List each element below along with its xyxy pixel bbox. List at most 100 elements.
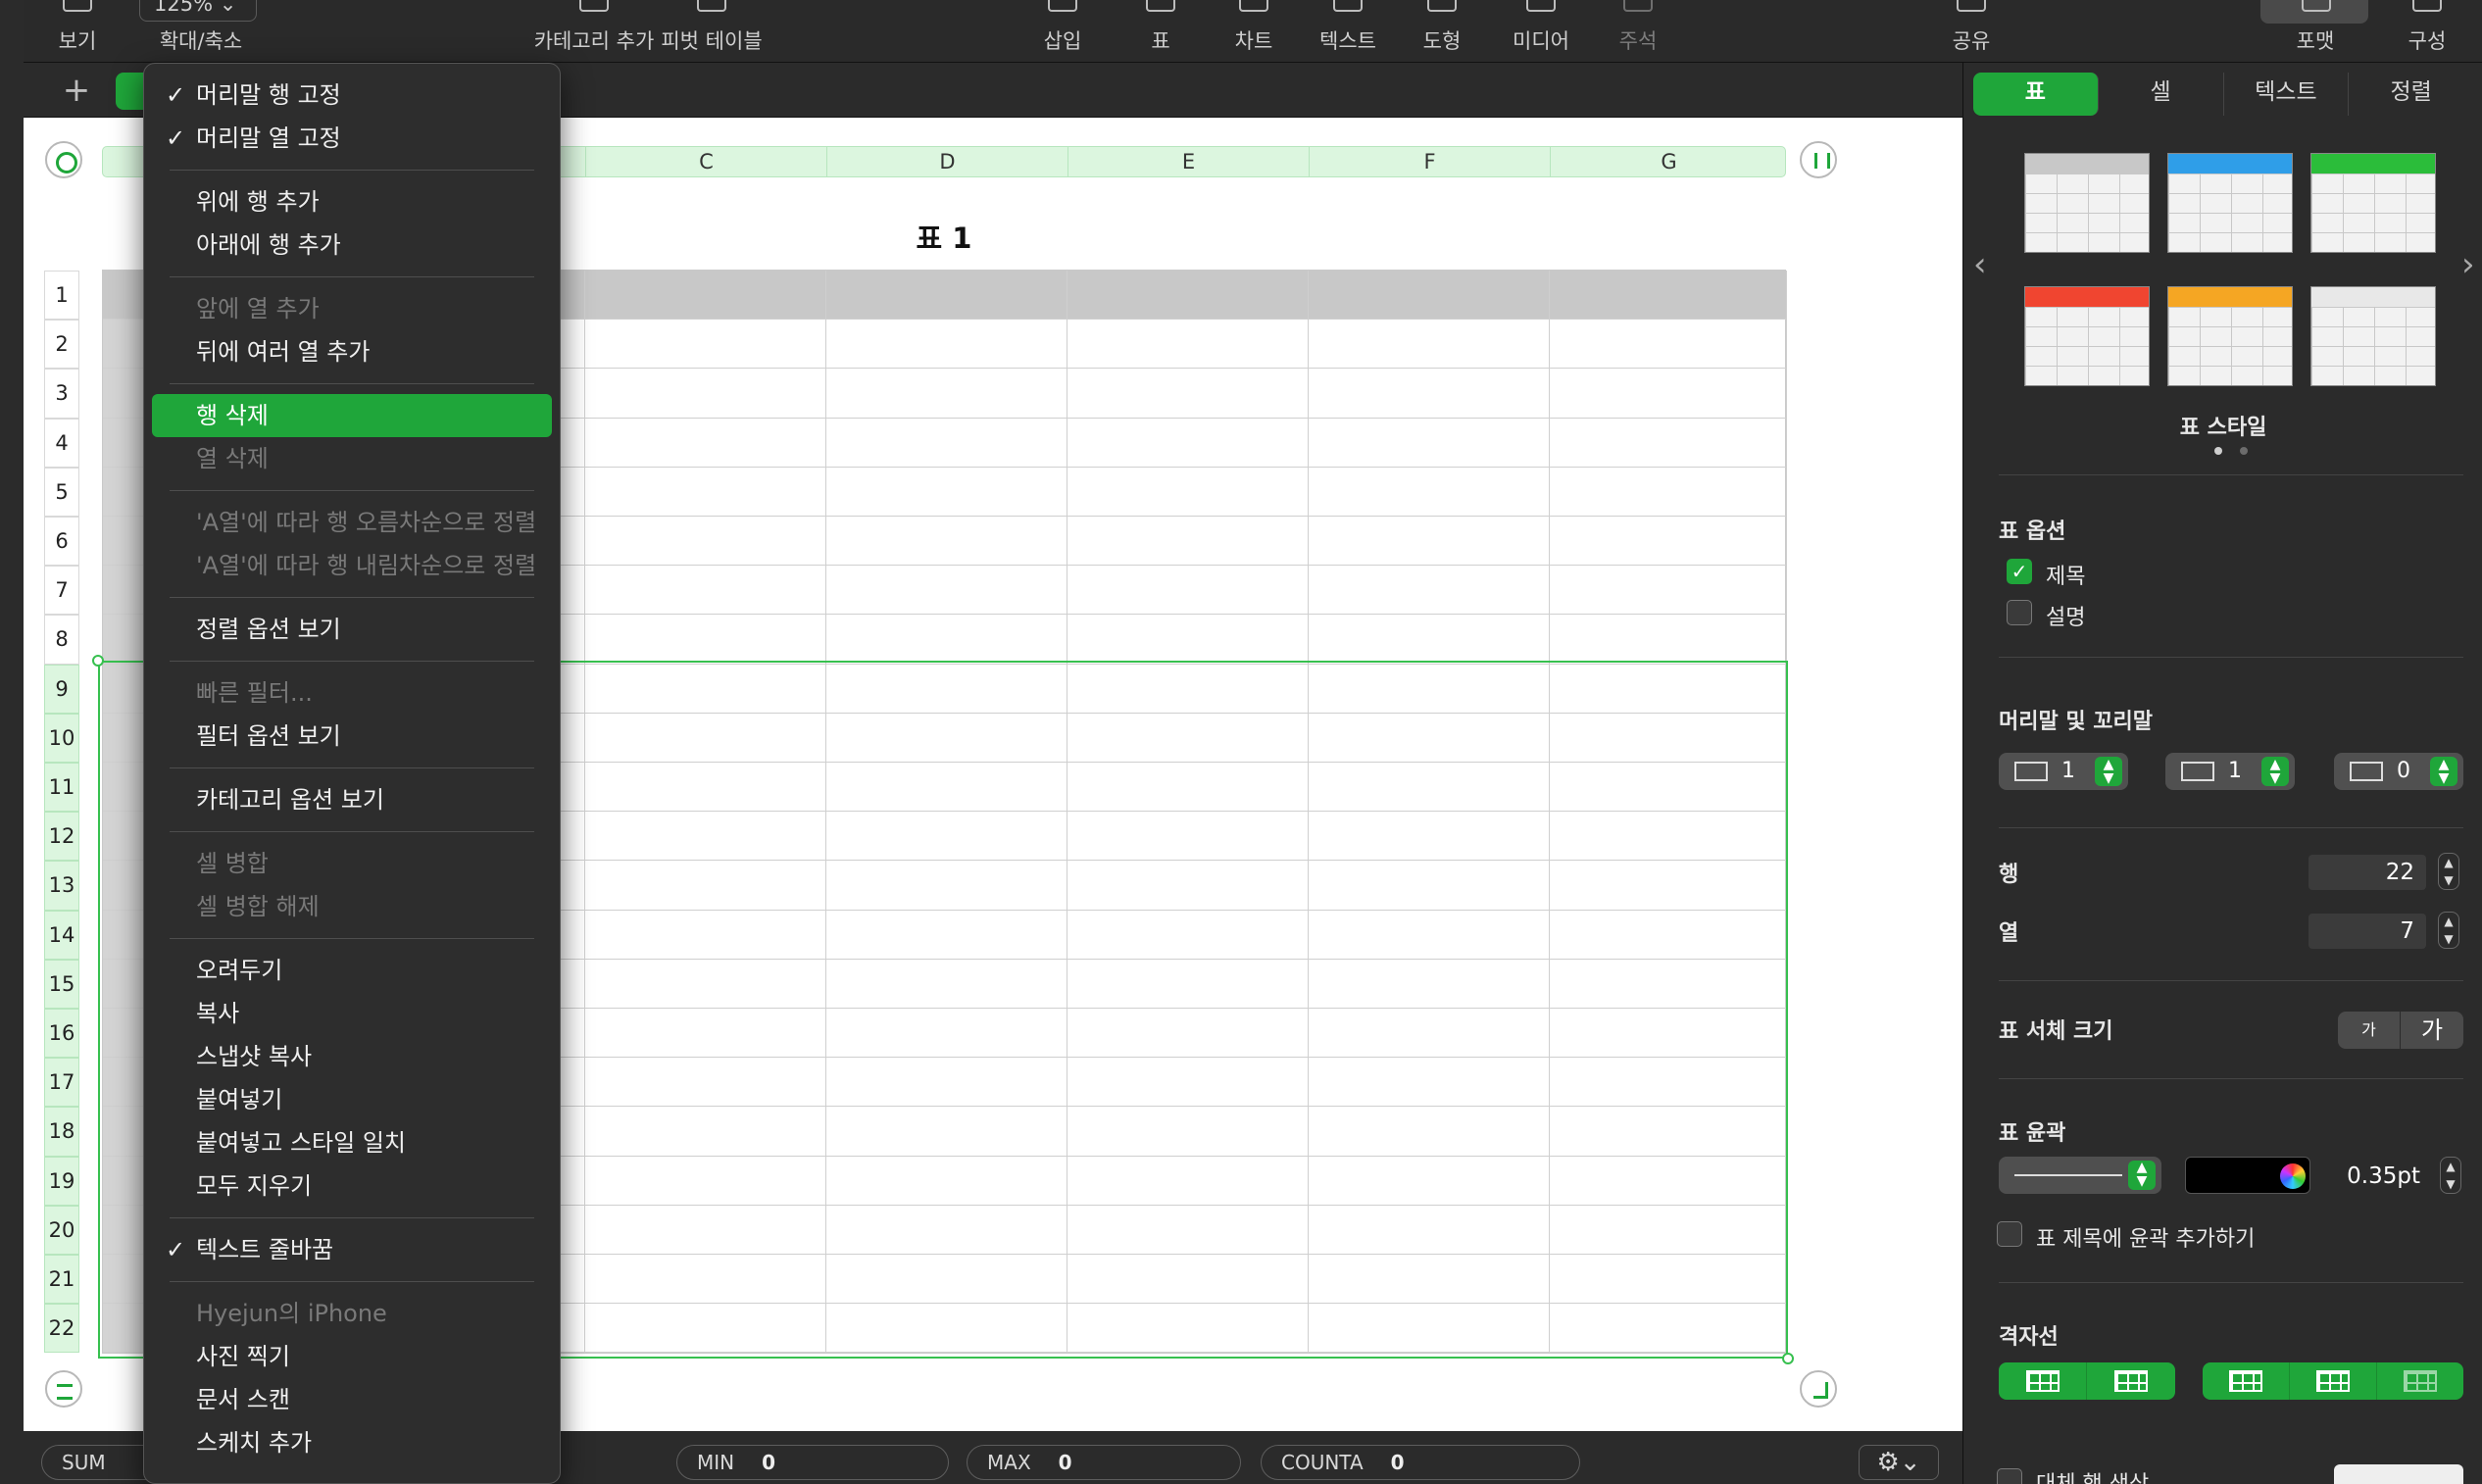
row-header-6[interactable]: 6	[44, 517, 79, 567]
cell-g3[interactable]	[1550, 369, 1787, 419]
cell-g2[interactable]	[1550, 320, 1787, 370]
cell-g7[interactable]	[1550, 566, 1787, 616]
stepper-arrows-icon[interactable]: ▲ ▼	[2128, 1161, 2156, 1190]
comment-button[interactable]: 주석	[1613, 0, 1663, 63]
cell-f5[interactable]	[1309, 467, 1550, 517]
menu-item-18[interactable]: 필터 옵션 보기	[152, 715, 552, 758]
cell-g4[interactable]	[1550, 418, 1787, 468]
format-button[interactable]: 포맷	[2260, 0, 2370, 63]
row-header-13[interactable]: 13	[44, 861, 79, 911]
header-rows-stepper[interactable]: 1 ▲ ▼	[1999, 753, 2128, 790]
share-button[interactable]: 공유	[1947, 0, 1996, 63]
table-button[interactable]: 표	[1141, 0, 1180, 63]
add-sheet-button[interactable]: +	[55, 69, 98, 112]
cell-d2[interactable]	[826, 320, 1067, 370]
chevron-right-icon[interactable]: ›	[2461, 245, 2475, 284]
menu-item-23[interactable]: 셀 병합 해제	[152, 885, 552, 928]
cell-c6[interactable]	[585, 517, 826, 567]
row-header-19[interactable]: 19	[44, 1156, 79, 1206]
cell-c8[interactable]	[585, 615, 826, 665]
text-button[interactable]: 텍스트	[1317, 0, 1378, 63]
view-button[interactable]: 보기	[43, 0, 112, 63]
outline-color-well[interactable]	[2185, 1157, 2310, 1194]
row-header-10[interactable]: 10	[44, 713, 79, 763]
cell-c3[interactable]	[585, 369, 826, 419]
row-header-4[interactable]: 4	[44, 418, 79, 468]
row-header-22[interactable]: 22	[44, 1304, 79, 1354]
cell-g5[interactable]	[1550, 467, 1787, 517]
media-button[interactable]: 미디어	[1510, 0, 1572, 63]
zoom-select[interactable]: 125% ⌄	[139, 0, 257, 22]
column-header-f[interactable]: F	[1309, 147, 1550, 176]
page-dot-active[interactable]	[2214, 447, 2222, 455]
row-header-5[interactable]: 5	[44, 467, 79, 517]
cell-d1[interactable]	[826, 271, 1067, 321]
table-style-swatch-1[interactable]	[2024, 153, 2150, 253]
column-header-c[interactable]: C	[585, 147, 826, 176]
cell-f4[interactable]	[1309, 418, 1550, 468]
grid-horizontal-button[interactable]	[1999, 1362, 2087, 1400]
menu-item-30[interactable]: 모두 지우기	[152, 1164, 552, 1208]
organize-button[interactable]: 구성	[2398, 0, 2457, 63]
grid-header-row-button[interactable]	[2203, 1362, 2290, 1400]
color-wheel-icon[interactable]	[2280, 1163, 2306, 1189]
cell-g6[interactable]	[1550, 517, 1787, 567]
menu-item-28[interactable]: 붙여넣기	[152, 1078, 552, 1121]
cell-f3[interactable]	[1309, 369, 1550, 419]
menu-item-20[interactable]: 카테고리 옵션 보기	[152, 778, 552, 821]
row-header-14[interactable]: 14	[44, 910, 79, 960]
tab-cell[interactable]: 셀	[2099, 73, 2224, 116]
chevron-left-icon[interactable]: ‹	[1973, 245, 1987, 284]
chart-button[interactable]: 차트	[1229, 0, 1278, 63]
zoom-button[interactable]: 125% ⌄ 확대/축소	[139, 0, 263, 63]
row-header-20[interactable]: 20	[44, 1205, 79, 1255]
row-header-11[interactable]: 11	[44, 763, 79, 813]
selection-handle-bottom[interactable]	[1782, 1353, 1794, 1364]
min-stat[interactable]: MIN 0	[676, 1445, 949, 1480]
row-header-3[interactable]: 3	[44, 369, 79, 419]
cell-g8[interactable]	[1550, 615, 1787, 665]
shape-button[interactable]: 도형	[1417, 0, 1466, 63]
menu-item-22[interactable]: 셀 병합	[152, 842, 552, 885]
menu-item-13[interactable]: 'A열'에 따라 행 내림차순으로 정렬	[152, 544, 552, 587]
menu-item-7[interactable]: 뒤에 여러 열 추가	[152, 330, 552, 373]
rows-field[interactable]: 22	[2308, 855, 2426, 890]
cell-c2[interactable]	[585, 320, 826, 370]
row-header-12[interactable]: 12	[44, 812, 79, 862]
cell-f7[interactable]	[1309, 566, 1550, 616]
menu-item-9[interactable]: 행 삭제	[152, 394, 552, 437]
tab-table[interactable]: 표	[1973, 73, 2099, 116]
outline-width-field[interactable]: 0.35pt	[2334, 1159, 2432, 1194]
columns-field[interactable]: 7	[2308, 914, 2426, 949]
cell-f8[interactable]	[1309, 615, 1550, 665]
column-header-d[interactable]: D	[826, 147, 1067, 176]
row-header-9[interactable]: 9	[44, 664, 79, 714]
header-cols-stepper[interactable]: 1 ▲ ▼	[2165, 753, 2295, 790]
selection-handle-top[interactable]	[92, 655, 104, 667]
cell-d7[interactable]	[826, 566, 1067, 616]
cell-e3[interactable]	[1067, 369, 1309, 419]
stepper-arrows-icon[interactable]: ▲ ▼	[2095, 757, 2122, 786]
menu-item-26[interactable]: 복사	[152, 992, 552, 1035]
line-style-select[interactable]: ▲ ▼	[1999, 1157, 2161, 1194]
grid-header-col-button[interactable]	[2290, 1362, 2377, 1400]
menu-item-27[interactable]: 스냅샷 복사	[152, 1035, 552, 1078]
row-header-16[interactable]: 16	[44, 1009, 79, 1059]
menu-item-25[interactable]: 오려두기	[152, 949, 552, 992]
cell-g1[interactable]	[1550, 271, 1787, 321]
column-header-e[interactable]: E	[1067, 147, 1309, 176]
decrease-font-button[interactable]: 가	[2338, 1012, 2401, 1049]
row-header-8[interactable]: 8	[44, 615, 79, 665]
table-style-swatch-5[interactable]	[2167, 286, 2293, 386]
row-header-1[interactable]: 1	[44, 271, 79, 321]
title-outline-checkbox[interactable]	[1997, 1221, 2022, 1247]
cell-d4[interactable]	[826, 418, 1067, 468]
columns-stepper[interactable]: ▲ ▼	[2438, 912, 2459, 949]
table-style-swatch-3[interactable]	[2310, 153, 2436, 253]
cell-e5[interactable]	[1067, 467, 1309, 517]
menu-item-12[interactable]: 'A열'에 따라 행 오름차순으로 정렬	[152, 501, 552, 544]
menu-item-3[interactable]: 위에 행 추가	[152, 180, 552, 223]
stepper-arrows-icon[interactable]: ▲ ▼	[2430, 757, 2457, 786]
cell-c5[interactable]	[585, 467, 826, 517]
cell-e8[interactable]	[1067, 615, 1309, 665]
